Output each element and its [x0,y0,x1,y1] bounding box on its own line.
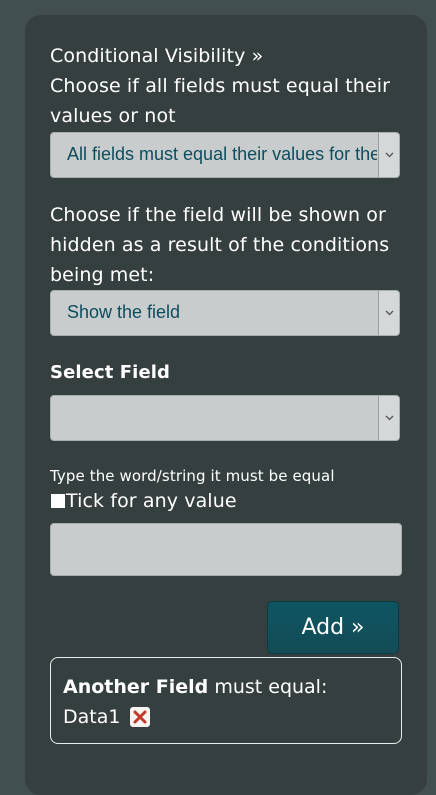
chevron-down-icon [378,291,399,335]
show-hide-select[interactable]: Show the field [50,290,400,336]
chevron-down-icon [378,133,399,177]
add-button[interactable]: Add » [267,601,399,654]
string-label: Type the word/string it must be equal [50,467,335,485]
condition-field-name: Another Field [63,676,209,698]
show-hide-prompt: Choose if the field will be shown or hid… [50,204,390,286]
select-field-label: Select Field [50,362,171,383]
close-x-icon[interactable] [130,707,151,727]
condition-operator: must equal: [214,676,328,698]
section-heading: Conditional Visibility » [50,45,264,67]
condition-item: Another Field must equal: Data1 [50,657,402,744]
match-mode-value: All fields must equal their values for t… [67,144,377,164]
condition-value-row: Data1 [63,702,151,732]
show-hide-value: Show the field [67,302,181,322]
value-input[interactable] [50,523,402,576]
chevron-down-icon [378,396,399,440]
any-value-checkbox[interactable] [51,494,65,508]
field-select[interactable] [50,395,400,441]
any-value-label: Tick for any value [66,490,237,512]
condition-value: Data1 [63,706,121,728]
match-prompt: Choose if all fields must equal their va… [50,75,391,127]
condition-description: Another Field must equal: [63,672,327,702]
match-mode-select[interactable]: All fields must equal their values for t… [50,132,400,178]
